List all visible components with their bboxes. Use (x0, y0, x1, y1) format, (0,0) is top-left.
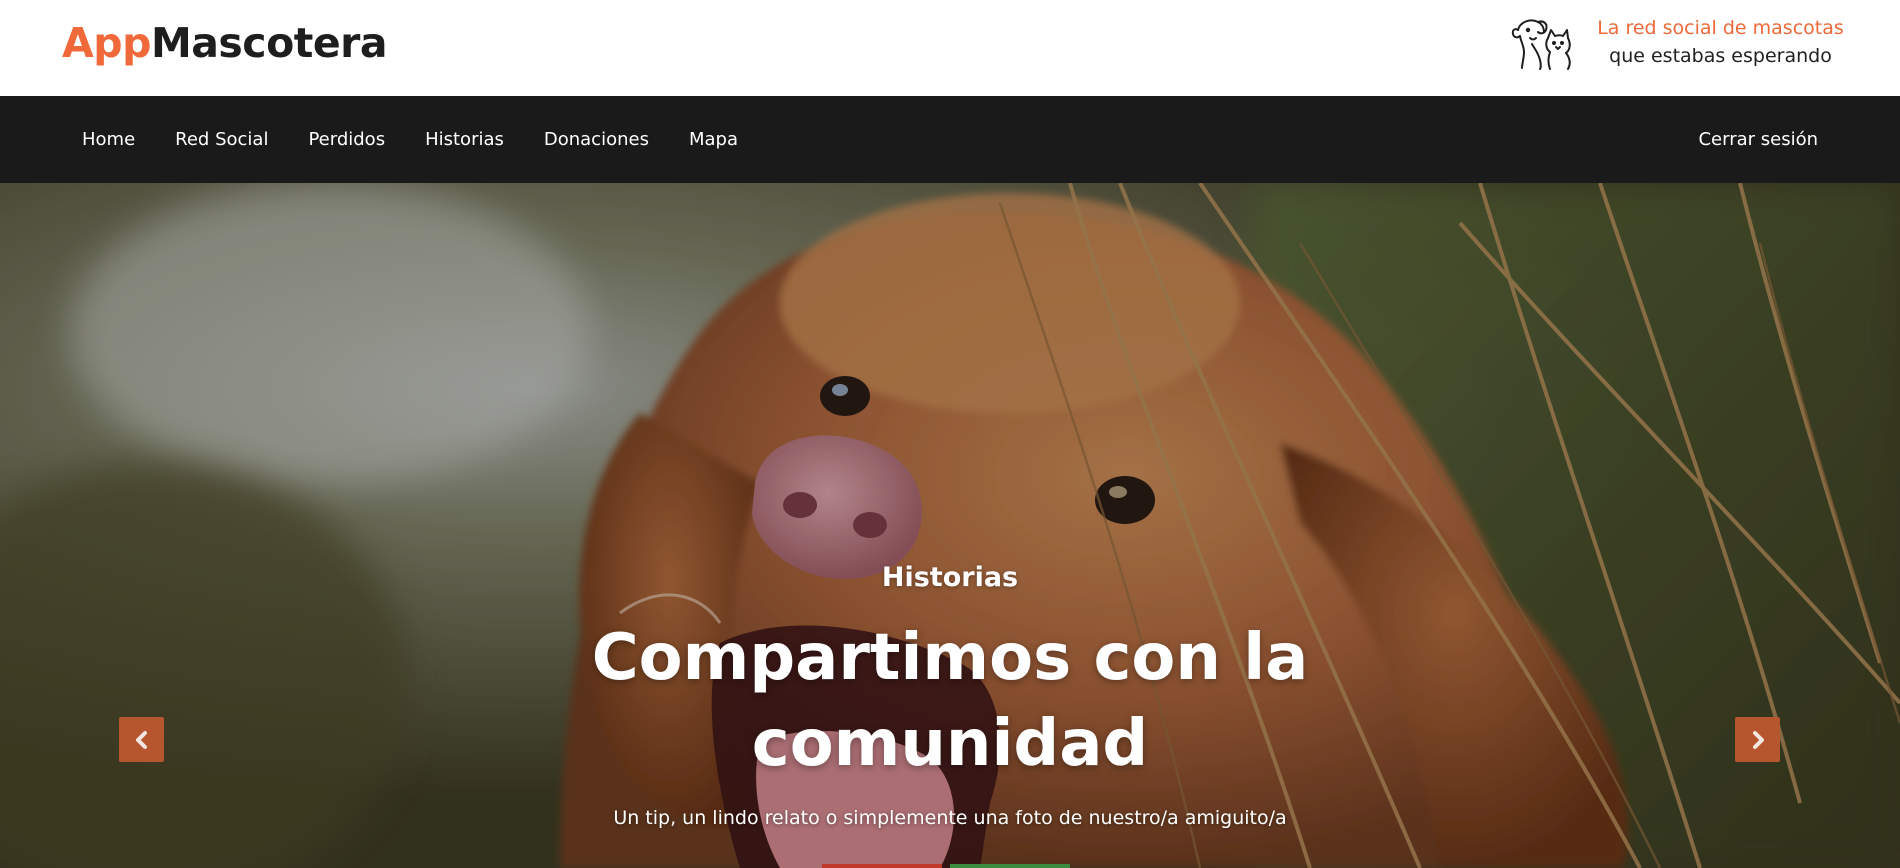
main-navbar: Home Red Social Perdidos Historias Donac… (0, 96, 1900, 183)
hero-title: Compartimos con la comunidad (591, 621, 1309, 781)
dog-and-cat-icon (1511, 19, 1571, 70)
carousel-indicators (822, 864, 1070, 868)
logo-accent-text: App (62, 19, 151, 67)
tagline: La red social de mascotas que estabas es… (1578, 14, 1863, 70)
hero-caption: Historias Compartimos con la comunidad U… (450, 561, 1450, 831)
nav-links: Home Red Social Perdidos Historias Donac… (62, 96, 758, 183)
top-header: AppMascotera La red social de mascotas q… (0, 0, 1900, 96)
app-logo[interactable]: AppMascotera (62, 18, 388, 68)
hero-text: Un tip, un lindo relato o simplemente un… (613, 807, 1287, 829)
tagline-line-1: La red social de mascotas (1597, 17, 1844, 39)
carousel-indicator-2[interactable] (950, 864, 1070, 868)
nav-link-donaciones[interactable]: Donaciones (524, 129, 669, 150)
nav-link-home[interactable]: Home (62, 129, 155, 150)
carousel-indicator-1[interactable] (822, 864, 942, 868)
nav-link-red-social[interactable]: Red Social (155, 129, 288, 150)
logout-link[interactable]: Cerrar sesión (1678, 96, 1838, 183)
nav-link-historias[interactable]: Historias (405, 129, 524, 150)
chevron-right-icon (1752, 730, 1764, 749)
tagline-line-2: que estabas esperando (1609, 45, 1832, 67)
logo-main-text: Mascotera (150, 19, 388, 67)
hero-carousel: Historias Compartimos con la comunidad U… (0, 183, 1900, 868)
hero-subtitle: Historias (881, 562, 1019, 593)
nav-link-perdidos[interactable]: Perdidos (288, 129, 405, 150)
carousel-next-button[interactable] (1735, 717, 1780, 762)
chevron-left-icon (135, 730, 147, 749)
carousel-prev-button[interactable] (119, 717, 164, 762)
nav-link-mapa[interactable]: Mapa (669, 129, 758, 150)
